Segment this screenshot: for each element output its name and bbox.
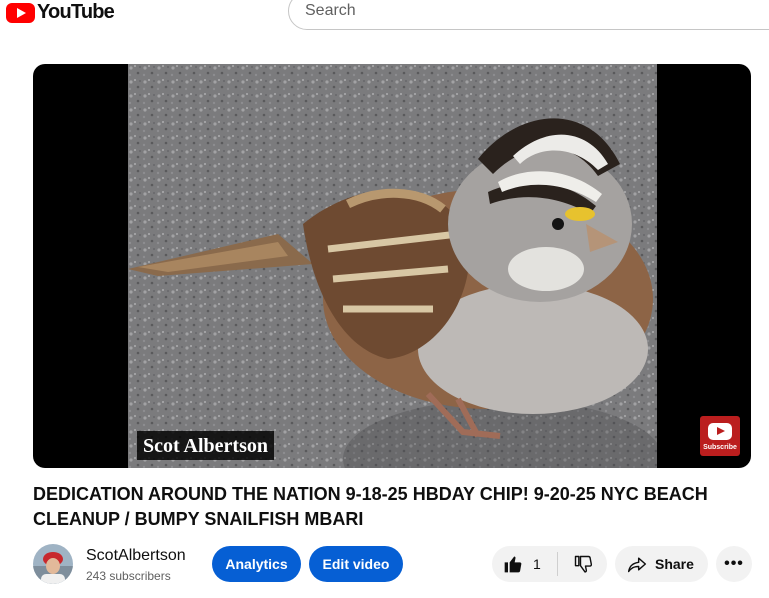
subscribe-logo-icon [708,423,732,440]
like-icon [504,556,522,573]
more-button[interactable]: ••• [716,546,752,582]
youtube-logo[interactable]: YouTube [6,1,115,24]
like-button[interactable]: 1 [492,546,557,582]
more-icon: ••• [724,555,744,572]
like-dislike-group: 1 [492,546,607,582]
video-title: DEDICATION AROUND THE NATION 9-18-25 HBD… [33,484,708,529]
subscriber-count: 243 subscribers [86,569,171,583]
watermark-text: Scot Albertson [137,431,274,460]
dislike-button[interactable] [558,546,607,582]
like-count: 1 [533,556,541,572]
video-frame [128,64,657,468]
share-icon [627,557,647,573]
share-button[interactable]: Share [615,546,708,582]
search-input[interactable] [288,0,769,30]
channel-name[interactable]: ScotAlbertson [86,547,186,565]
analytics-button[interactable]: Analytics [212,546,301,582]
avatar-image [33,544,73,584]
share-label: Share [655,556,694,572]
avatar[interactable] [33,544,73,584]
edit-video-button[interactable]: Edit video [309,546,403,582]
logo-text: YouTube [37,1,115,23]
dislike-icon [574,555,592,573]
subscribe-badge-label: Subscribe [703,444,737,451]
subscribe-badge[interactable]: Subscribe [700,416,740,456]
video-player[interactable]: Scot Albertson Subscribe [33,64,751,468]
youtube-logo-icon [6,2,35,23]
